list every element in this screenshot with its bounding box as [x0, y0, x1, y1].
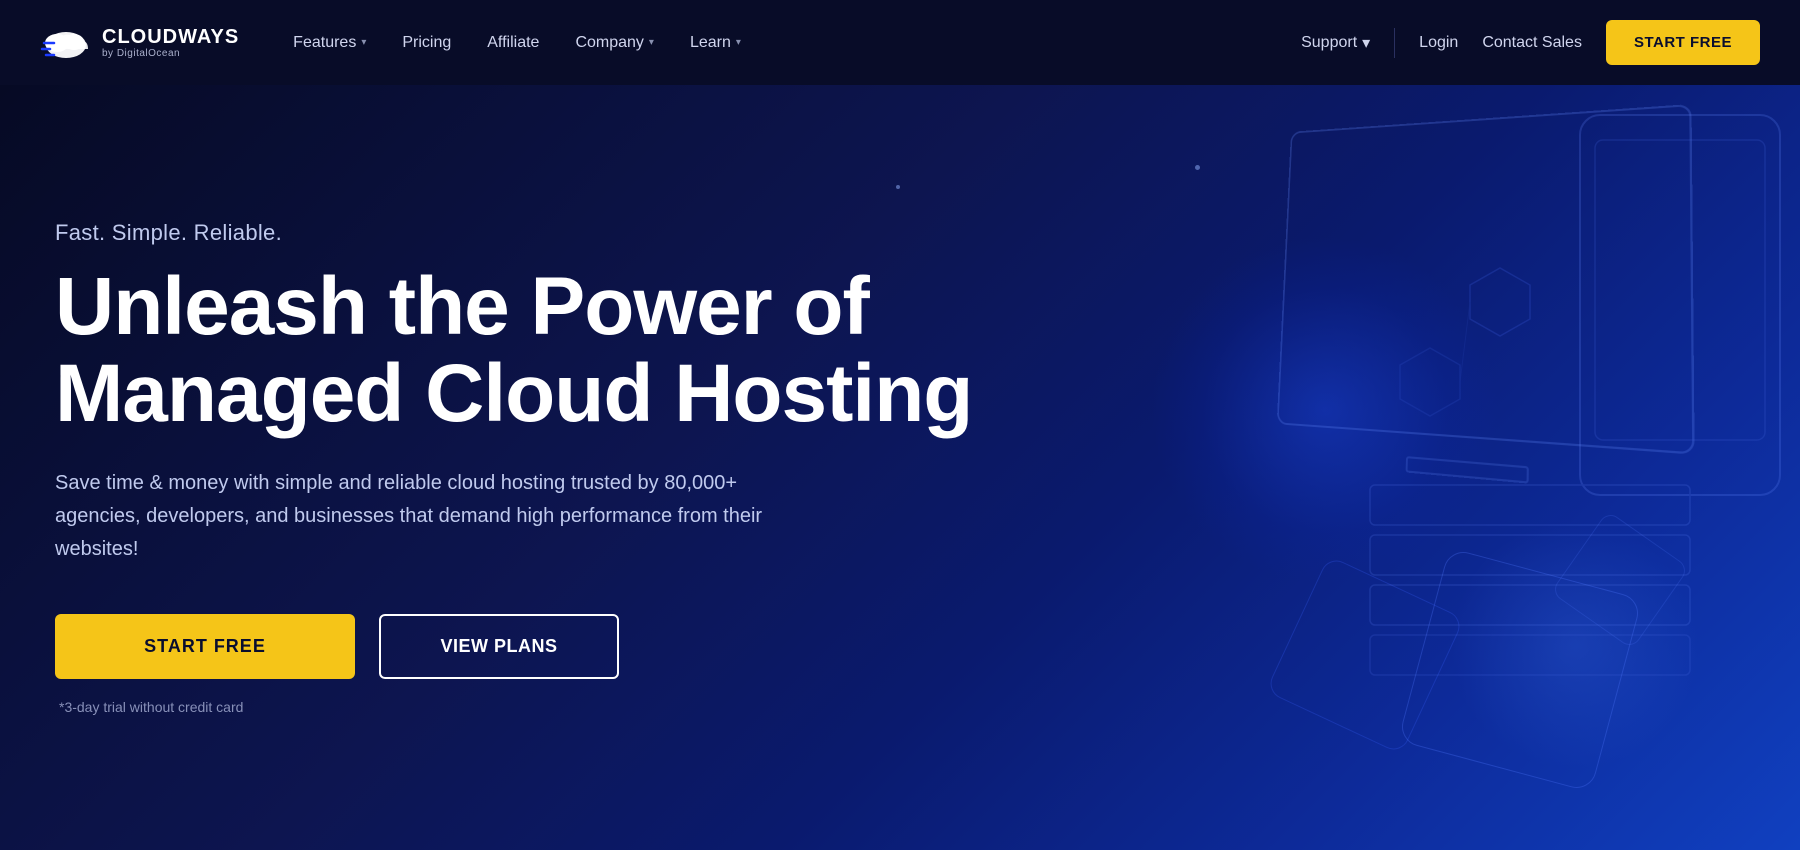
hero-content: Fast. Simple. Reliable. Unleash the Powe… [0, 220, 972, 714]
nav-item-features[interactable]: Features ▾ [279, 26, 380, 60]
nav-link-support[interactable]: Support ▾ [1301, 33, 1370, 53]
nav-links: Features ▾ Pricing Affiliate Company ▾ [279, 26, 755, 60]
hero-section: Fast. Simple. Reliable. Unleash the Powe… [0, 85, 1800, 850]
hero-start-free-button[interactable]: START FREE [55, 614, 355, 679]
nav-right: Support ▾ Login Contact Sales START FREE [1301, 20, 1760, 65]
nav-divider [1394, 28, 1395, 58]
nav-link-features[interactable]: Features ▾ [279, 26, 380, 60]
nav-link-contact-sales[interactable]: Contact Sales [1482, 34, 1582, 52]
hero-view-plans-button[interactable]: VIEW PLANS [379, 614, 619, 679]
decoration-dot-1 [1195, 165, 1200, 170]
nav-item-pricing[interactable]: Pricing [388, 26, 465, 60]
nav-link-learn[interactable]: Learn ▾ [676, 26, 755, 60]
nav-item-learn[interactable]: Learn ▾ [676, 26, 755, 60]
chevron-down-icon: ▾ [736, 37, 741, 48]
glow-orb-2 [1450, 520, 1700, 770]
nav-item-company[interactable]: Company ▾ [561, 26, 668, 60]
hero-tagline: Fast. Simple. Reliable. [55, 220, 972, 246]
nav-link-affiliate[interactable]: Affiliate [473, 26, 553, 60]
hero-buttons: START FREE VIEW PLANS [55, 614, 972, 679]
hero-title-text: Unleash the Power ofManaged Cloud Hostin… [55, 261, 972, 438]
nav-link-company[interactable]: Company ▾ [561, 26, 668, 60]
cloudways-logo-icon [40, 23, 92, 63]
chevron-down-icon: ▾ [649, 37, 654, 48]
hero-description: Save time & money with simple and reliab… [55, 467, 955, 566]
chevron-down-icon: ▾ [1362, 33, 1370, 53]
logo-text: CLOUDWAYS by DigitalOcean [102, 26, 239, 59]
monitor-shape [1277, 104, 1695, 455]
device-illustration [1320, 85, 1800, 850]
hero-graphics [900, 85, 1800, 850]
hex-shape-1 [1398, 548, 1643, 793]
nav-left: CLOUDWAYS by DigitalOcean Features ▾ Pri… [40, 23, 755, 63]
logo[interactable]: CLOUDWAYS by DigitalOcean [40, 23, 239, 63]
decoration-dot-2 [896, 185, 900, 189]
hero-footnote: *3-day trial without credit card [59, 699, 972, 715]
hero-title: Unleash the Power ofManaged Cloud Hostin… [55, 264, 972, 436]
hex-shape-3 [1550, 510, 1689, 649]
brand-name: CLOUDWAYS [102, 26, 239, 48]
hex-container [1220, 430, 1720, 830]
nav-link-pricing[interactable]: Pricing [388, 26, 465, 60]
chevron-down-icon: ▾ [361, 37, 366, 48]
glow-orb-1 [1150, 235, 1500, 585]
nav-start-free-button[interactable]: START FREE [1606, 20, 1760, 65]
hex-shape-2 [1265, 555, 1464, 754]
nav-link-login[interactable]: Login [1419, 34, 1458, 52]
navbar: CLOUDWAYS by DigitalOcean Features ▾ Pri… [0, 0, 1800, 85]
nav-item-affiliate[interactable]: Affiliate [473, 26, 553, 60]
brand-sub: by DigitalOcean [102, 48, 239, 59]
